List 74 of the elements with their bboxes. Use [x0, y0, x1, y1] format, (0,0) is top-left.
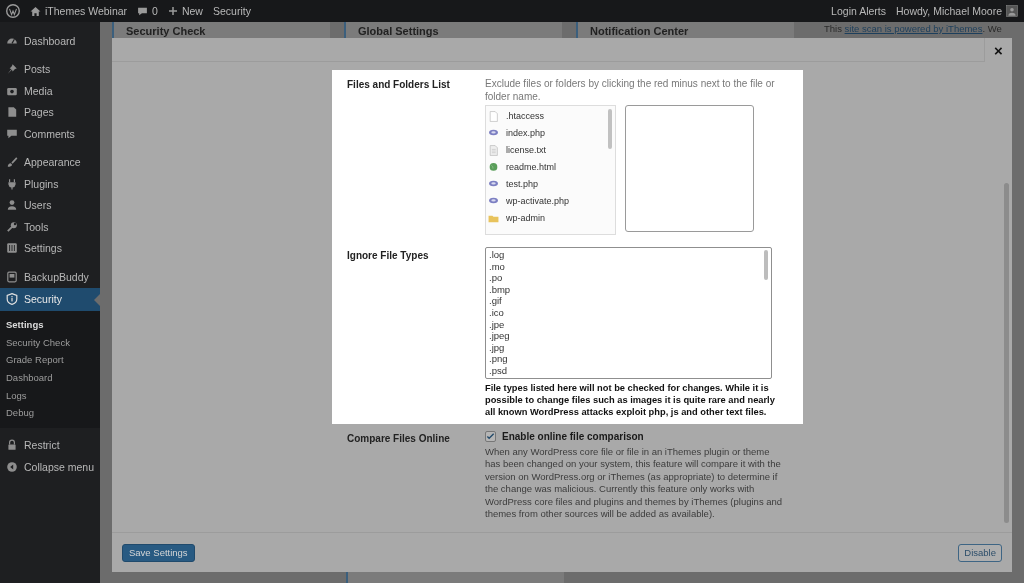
exclusion-field[interactable]	[625, 105, 754, 232]
card-title: Security Check	[112, 22, 330, 38]
page-icon	[6, 106, 18, 119]
scrollbar[interactable]	[764, 250, 768, 280]
wrench-icon	[6, 220, 18, 233]
submenu-item[interactable]: Security Check	[0, 333, 100, 351]
menu-item[interactable]: Tools	[0, 216, 100, 238]
field-label: Compare Files Online	[347, 432, 451, 446]
file-item[interactable]: readme.html	[488, 159, 615, 176]
file-types-field[interactable]: .log .mo .po .bmp .gif .ico .jpe .jpeg .jpg .png .psd	[485, 247, 772, 379]
file-item[interactable]: test.php	[488, 176, 615, 193]
menu-item[interactable]: Pages	[0, 101, 100, 123]
submenu-item[interactable]: Settings	[0, 315, 100, 334]
lock-icon	[6, 439, 18, 452]
checkbox[interactable]	[485, 431, 496, 442]
menu-item[interactable]: Dashboard	[0, 30, 100, 52]
close-button[interactable]: ×	[984, 38, 1012, 62]
sliders-icon	[6, 242, 18, 255]
comment-count[interactable]: 0	[152, 5, 158, 17]
field-description: Exclude files or folders by clicking the red minus next to the file or folder name.	[485, 77, 776, 103]
menu-item[interactable]: Users	[0, 194, 100, 216]
file-item[interactable]: wp-admin	[488, 210, 615, 227]
site-name-link[interactable]: iThemes Webinar	[45, 5, 128, 17]
card-title: Global Settings	[344, 22, 562, 38]
new-link[interactable]: New	[181, 5, 203, 17]
field-label: Files and Folders List	[347, 78, 451, 92]
field-description: File types listed here will not be checked for changes. While it is possible to change files such as images it is quite rare and nearly all known WordPress attacks exploit php, js and other text files.	[485, 382, 776, 418]
shield-icon	[6, 293, 18, 305]
submenu-item[interactable]: Dashboard	[0, 368, 100, 387]
brush-icon	[6, 156, 18, 169]
monitor-icon	[6, 270, 18, 283]
menu-item[interactable]: Settings	[0, 237, 100, 259]
plug-icon	[6, 177, 18, 190]
menu-item[interactable]: Comments	[0, 123, 100, 145]
check-icon	[486, 432, 495, 441]
speech-bubble-icon	[6, 127, 18, 140]
file-item[interactable]: wp-activate.php	[488, 193, 615, 210]
submenu-item[interactable]: Grade Report	[0, 350, 100, 369]
folder-icon	[488, 213, 499, 224]
text-file-icon	[488, 145, 499, 156]
home-icon	[30, 5, 41, 17]
menu-item[interactable]: Collapse menu	[0, 456, 100, 478]
scan-note: This site scan is powered by iThemes. We	[823, 22, 1003, 36]
scrollbar[interactable]	[608, 109, 612, 149]
card-title: Notification Center	[576, 22, 794, 38]
field-description: When any WordPress core file or file in an iThemes plugin or theme has been changed on your system, this feature will compare it with the version on WordPress.org or iThemes (as appropriate) to determine if the change was malicious. Currently this feature only works with WordPress core files and plugins and themes by iThemes (plugins and themes from other sources will be added as available).	[485, 446, 784, 521]
disable-button[interactable]: Disable	[958, 543, 1002, 562]
speech-bubble-icon	[137, 5, 149, 17]
globe-icon	[488, 162, 499, 173]
save-button[interactable]: Save Settings	[122, 543, 195, 562]
file-icon	[488, 111, 499, 122]
menu-item[interactable]: Posts	[0, 58, 100, 80]
file-item[interactable]: .htaccess	[488, 108, 615, 125]
menu-item[interactable]: Security	[0, 287, 100, 311]
menu-item[interactable]: BackupBuddy	[0, 266, 100, 288]
file-item[interactable]: index.php	[488, 125, 615, 142]
submenu-item[interactable]: Debug	[0, 403, 100, 422]
menu-item[interactable]: Media	[0, 80, 100, 102]
avatar-icon[interactable]	[1006, 5, 1018, 17]
greeting-link[interactable]: Howdy, Michael Moore	[896, 5, 1002, 17]
menu-item[interactable]: Restrict	[0, 434, 100, 457]
plus-icon	[167, 6, 178, 16]
menu-item[interactable]: Appearance	[0, 151, 100, 173]
submenu-item[interactable]: Logs	[0, 386, 100, 404]
menu-item[interactable]: Plugins	[0, 173, 100, 195]
collapse-icon	[6, 460, 18, 473]
scrollbar[interactable]	[1004, 183, 1009, 523]
field-label: Ignore File Types	[347, 249, 430, 263]
login-alerts-link[interactable]: Login Alerts	[831, 5, 886, 17]
checkbox-option[interactable]: Enable online file comparison	[485, 430, 785, 443]
file-item[interactable]: license.txt	[488, 142, 615, 159]
security-link[interactable]: Security	[212, 5, 251, 17]
person-icon	[6, 199, 18, 212]
logo-icon[interactable]	[6, 4, 20, 18]
